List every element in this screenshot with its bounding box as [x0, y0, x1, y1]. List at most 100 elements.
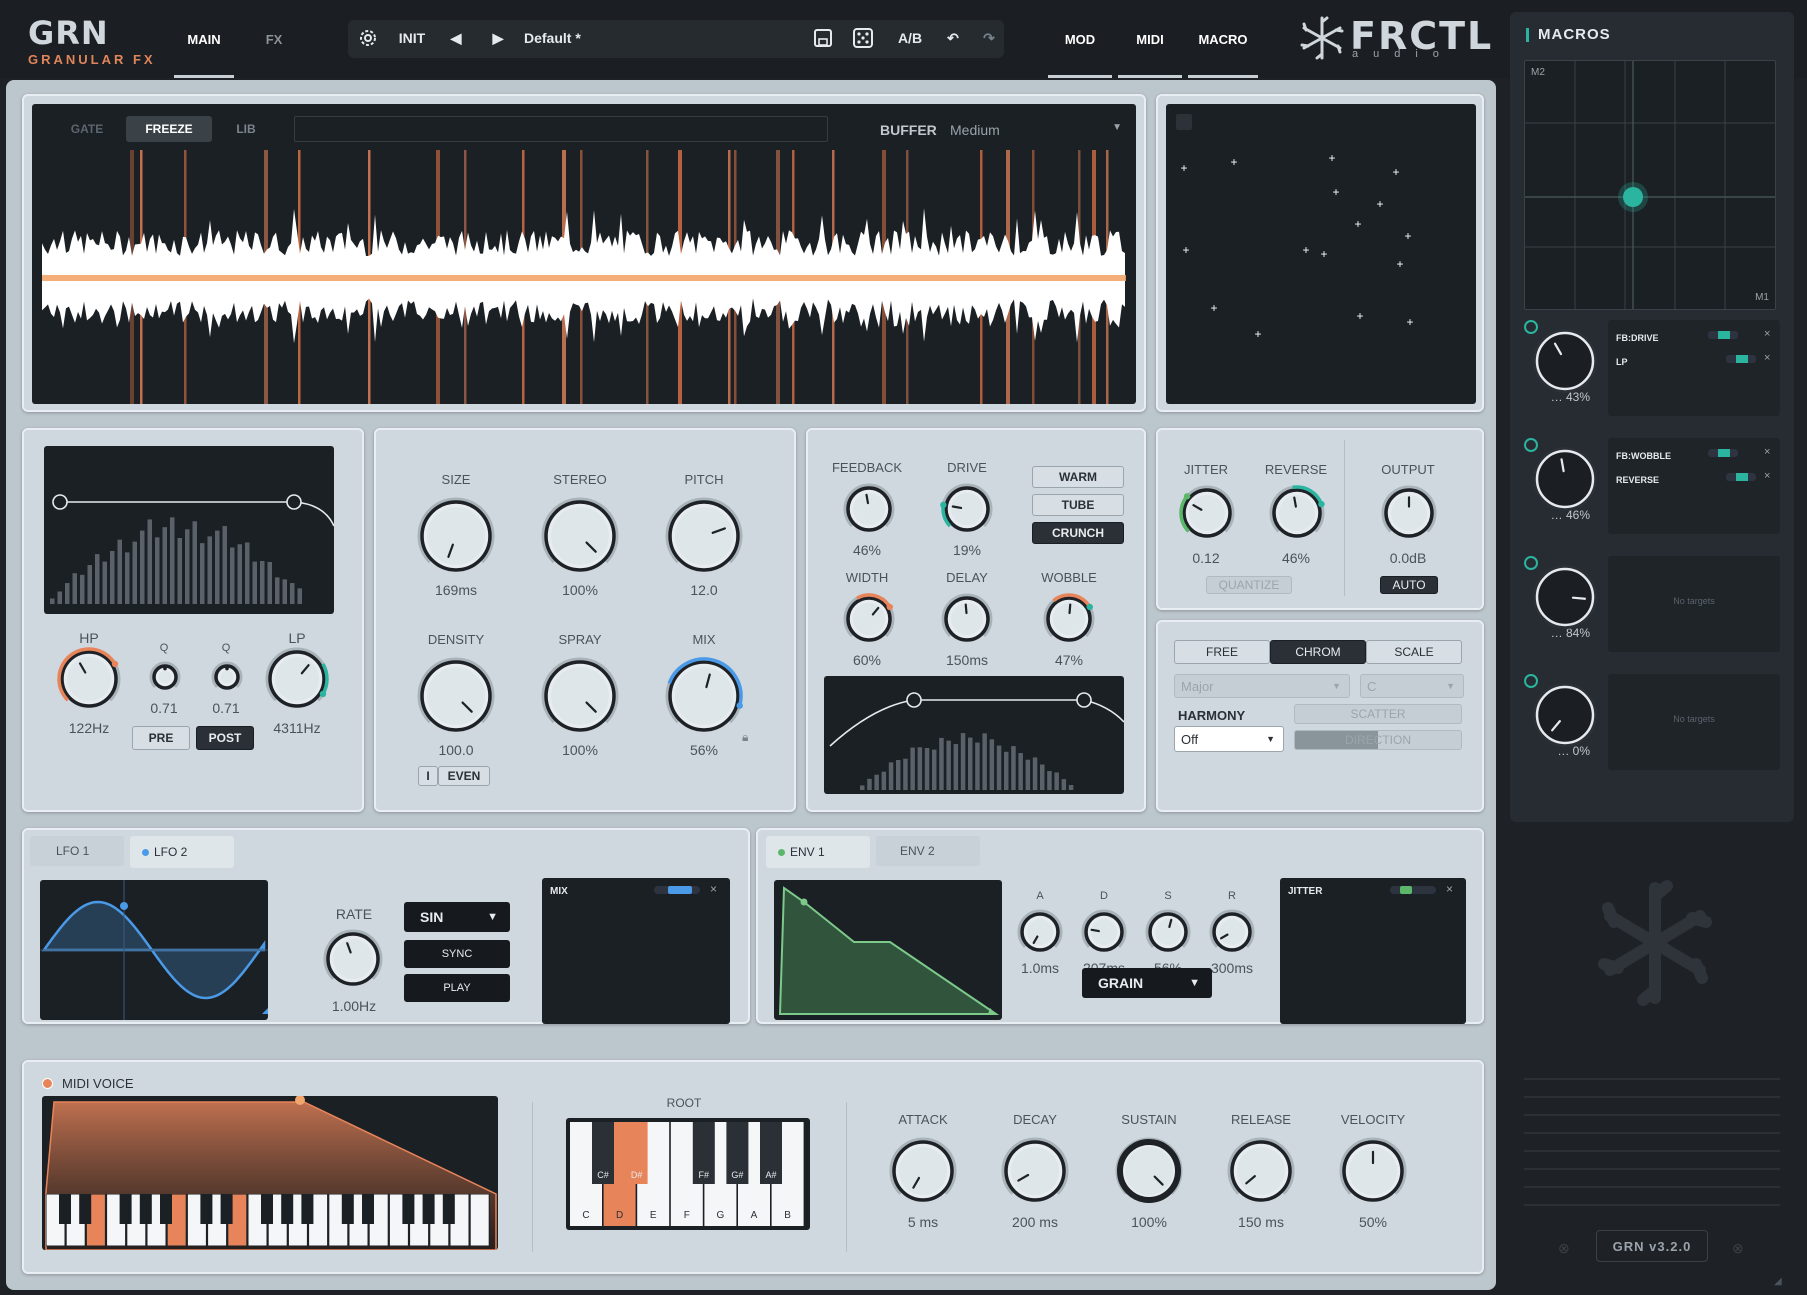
lock-icon[interactable]: 🔒︎	[742, 730, 748, 745]
pre-filter-button[interactable]: PRE	[132, 726, 190, 750]
macro-target-row[interactable]: FB:WOBBLE ×	[1616, 446, 1772, 462]
remove-target-icon[interactable]: ×	[1764, 328, 1770, 340]
macro-targets[interactable]: No targets	[1608, 674, 1780, 770]
tube-mode-button[interactable]: TUBE	[1032, 494, 1124, 516]
hp-knob[interactable]	[54, 644, 124, 719]
tab-env2[interactable]: ENV 2	[876, 836, 980, 866]
remove-target-icon[interactable]: ×	[1764, 470, 1770, 482]
tab-main[interactable]: MAIN	[174, 0, 234, 78]
macro-depth-slider[interactable]	[1726, 355, 1756, 363]
tab-mod[interactable]: MOD	[1048, 0, 1112, 78]
remove-target-icon[interactable]: ×	[710, 882, 717, 896]
rate-knob[interactable]	[320, 926, 386, 997]
env-shape-display[interactable]	[774, 880, 1002, 1020]
resize-handle-icon[interactable]: ◢	[1774, 1276, 1782, 1287]
env-release-knob[interactable]	[1206, 906, 1258, 963]
waveform-canvas[interactable]	[32, 150, 1136, 404]
preset-name[interactable]: Default *	[524, 22, 724, 54]
macro-target-row[interactable]: FB:DRIVE ×	[1616, 328, 1772, 344]
buffer-select[interactable]: Medium ▼	[950, 122, 1122, 142]
delay-knob[interactable]	[938, 590, 996, 653]
midi-velocity-knob[interactable]	[1336, 1134, 1410, 1213]
macro-knob[interactable]	[1530, 444, 1600, 514]
env-target-slot[interactable]: JITTER ×	[1280, 878, 1466, 1024]
midi-envelope-display[interactable]	[42, 1095, 498, 1251]
key-select[interactable]: C ▼	[1360, 674, 1464, 698]
macro-target-row[interactable]: REVERSE ×	[1616, 470, 1772, 486]
macro-targets[interactable]: No targets	[1608, 556, 1780, 652]
macro-knob[interactable]	[1530, 680, 1600, 750]
lfo-play-button[interactable]: PLAY	[404, 974, 510, 1002]
q1-knob[interactable]	[146, 658, 184, 701]
prev-preset-icon[interactable]: ◀	[440, 22, 472, 54]
q2-knob[interactable]	[208, 658, 246, 701]
spray-knob[interactable]	[538, 654, 622, 743]
tab-midi[interactable]: MIDI	[1118, 0, 1182, 78]
gate-mode-button[interactable]: GATE	[52, 116, 122, 142]
fx-spectrum-display[interactable]	[824, 676, 1125, 794]
jitter-knob[interactable]	[1176, 482, 1238, 549]
lfo-wave-display[interactable]	[40, 880, 268, 1020]
macro-xy-pad[interactable]: M2 M1	[1524, 60, 1776, 310]
macro-depth-slider[interactable]	[1708, 331, 1738, 339]
filter-display[interactable]	[44, 446, 335, 614]
tab-macro[interactable]: MACRO	[1188, 0, 1258, 78]
crunch-mode-button[interactable]: CRUNCH	[1032, 522, 1124, 544]
settings-gear-icon[interactable]	[352, 22, 384, 54]
reverse-knob[interactable]	[1266, 482, 1328, 549]
chrom-mode-button[interactable]: CHROM	[1270, 640, 1366, 664]
env-decay-knob[interactable]	[1078, 906, 1130, 963]
undo-icon[interactable]: ↶	[938, 22, 968, 54]
ab-compare-button[interactable]: A/B	[892, 22, 928, 54]
env-sustain-knob[interactable]	[1142, 906, 1194, 963]
root-keyboard[interactable]: C D E F G A B C# D# F# G# A#	[566, 1118, 810, 1230]
macro-knob[interactable]	[1530, 562, 1600, 632]
midi-release-knob[interactable]	[1224, 1134, 1298, 1213]
post-filter-button[interactable]: POST	[196, 726, 254, 750]
scale-select[interactable]: Major ▼	[1174, 674, 1350, 698]
init-preset-button[interactable]: INIT	[390, 22, 434, 54]
randomize-dice-icon[interactable]	[848, 22, 878, 54]
wobble-knob[interactable]	[1040, 590, 1098, 653]
quantize-button[interactable]: QUANTIZE	[1206, 576, 1292, 594]
macro-depth-slider[interactable]	[1708, 449, 1738, 457]
lfo-depth-slider[interactable]	[654, 886, 700, 894]
drive-knob[interactable]	[938, 480, 996, 543]
mix-knob[interactable]	[662, 654, 746, 743]
tab-env1[interactable]: ENV 1	[766, 836, 870, 868]
pitch-knob[interactable]	[662, 494, 746, 583]
remove-target-icon[interactable]: ×	[1764, 446, 1770, 458]
lfo-sync-button[interactable]: SYNC	[404, 940, 510, 968]
midi-sustain-knob[interactable]	[1112, 1134, 1186, 1213]
midi-keyboard[interactable]	[46, 1194, 492, 1246]
lp-knob[interactable]	[262, 644, 332, 719]
scatter-button[interactable]: SCATTER	[1294, 704, 1462, 724]
free-mode-button[interactable]: FREE	[1174, 640, 1270, 664]
width-knob[interactable]	[840, 590, 898, 653]
midi-active-icon[interactable]	[42, 1078, 53, 1089]
env-mode-select[interactable]: GRAIN ▼	[1082, 968, 1212, 998]
macro-targets[interactable]: FB:WOBBLE × REVERSE ×	[1608, 438, 1780, 534]
lfo-target-slot[interactable]: MIX ×	[542, 878, 730, 1024]
midi-decay-knob[interactable]	[998, 1134, 1072, 1213]
density-knob[interactable]	[414, 654, 498, 743]
remove-target-icon[interactable]: ×	[1764, 352, 1770, 364]
warm-mode-button[interactable]: WARM	[1032, 466, 1124, 488]
toggle-i-button[interactable]: I	[418, 766, 438, 786]
macro-target-row[interactable]: LP ×	[1616, 352, 1772, 368]
env-attack-knob[interactable]	[1014, 906, 1066, 963]
remove-target-icon[interactable]: ×	[1446, 882, 1453, 896]
harmony-select[interactable]: Off ▼	[1174, 726, 1284, 752]
macro-targets[interactable]: FB:DRIVE × LP ×	[1608, 320, 1780, 416]
tab-fx[interactable]: FX	[244, 0, 304, 78]
direction-slider[interactable]: DIRECTION	[1294, 730, 1462, 750]
save-icon[interactable]	[808, 22, 838, 54]
tab-lfo1[interactable]: LFO 1	[30, 836, 124, 866]
env-depth-slider[interactable]	[1390, 886, 1436, 894]
auto-button[interactable]: AUTO	[1380, 576, 1438, 594]
macro-depth-slider[interactable]	[1726, 473, 1756, 481]
even-toggle-button[interactable]: EVEN	[438, 766, 490, 786]
tab-lfo2[interactable]: LFO 2	[130, 836, 234, 868]
feedback-knob[interactable]	[840, 480, 898, 543]
lfo-wave-select[interactable]: SIN ▼	[404, 902, 510, 932]
